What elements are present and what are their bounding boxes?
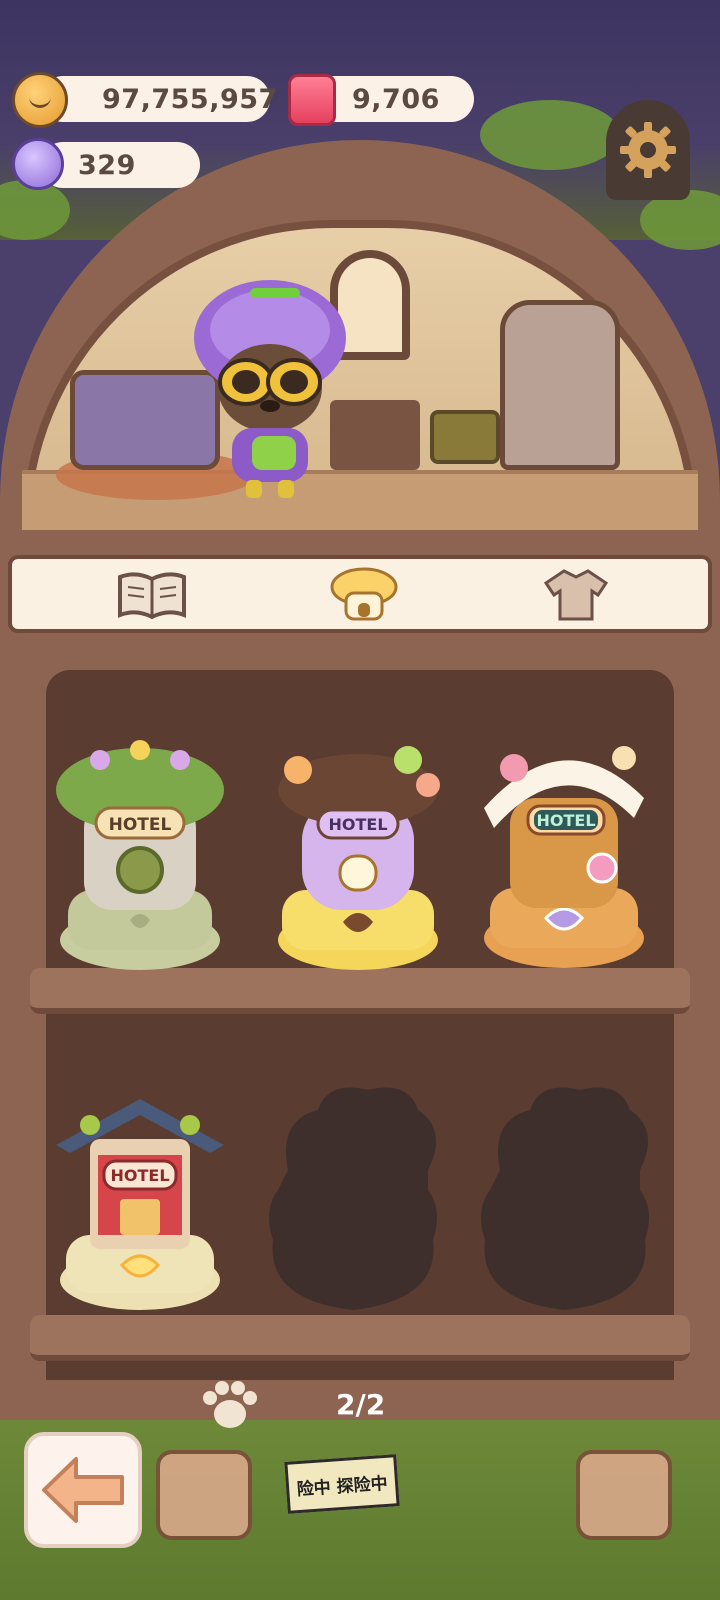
theater-icon[interactable] (576, 1450, 672, 1540)
shelf-board (30, 968, 690, 1014)
locked-hotel-silhouette (481, 1087, 649, 1310)
gem-amount: 9,706 (352, 84, 440, 115)
hotel-mushroom[interactable]: HOTEL (268, 730, 448, 970)
hotel-sign-label: HOTEL (109, 815, 172, 835)
paw-icon (203, 1381, 257, 1428)
locked-hotel-silhouette (269, 1087, 437, 1310)
candy-crystal-icon (12, 138, 64, 190)
hotel-candy[interactable]: HOTEL (474, 728, 654, 968)
cookie-coin-icon (12, 72, 68, 128)
pink-jelly-gem-icon (288, 74, 336, 126)
shelf-board (30, 1315, 690, 1361)
gear-icon (620, 122, 676, 178)
tab-catalog[interactable] (112, 565, 192, 625)
book-icon (118, 572, 186, 620)
category-tab-bar (8, 555, 712, 633)
room-wardrobe (500, 300, 620, 470)
shirt-icon (543, 569, 609, 621)
tab-hotels[interactable] (324, 565, 404, 625)
mushroom-house-icon (330, 567, 398, 621)
bush-decoration (480, 100, 620, 170)
hotel-forest[interactable]: HOTEL (50, 730, 230, 970)
arrow-left-icon (42, 1457, 124, 1523)
exploring-tape: 险中 探险中 (284, 1454, 400, 1514)
diary-icon[interactable] (156, 1450, 252, 1540)
hotel-sign-label: HOTEL (536, 811, 595, 830)
treasure-chest (430, 410, 500, 464)
coin-counter[interactable]: 97,755,957 (40, 76, 277, 122)
back-button[interactable] (24, 1432, 142, 1548)
settings-button[interactable] (606, 100, 690, 200)
hotel-sign-label: HOTEL (328, 815, 387, 834)
crystal-amount: 329 (78, 150, 136, 181)
page-indicator: 2/2 (336, 1388, 386, 1421)
crystal-counter[interactable]: 329 (40, 142, 200, 188)
coin-amount: 97,755,957 (102, 84, 278, 115)
tab-outfits[interactable] (536, 565, 616, 625)
hotel-sign-label: HOTEL (110, 1166, 169, 1185)
character-avatar[interactable] (190, 268, 350, 503)
hotel-temple[interactable]: HOTEL (50, 1075, 230, 1315)
